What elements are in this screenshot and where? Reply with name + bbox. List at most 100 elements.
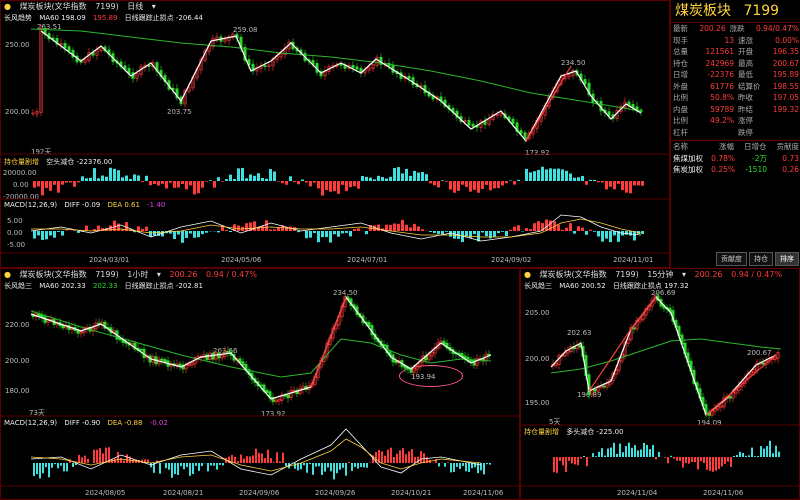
daily-chart-panel[interactable]: ● 煤炭板块(文华指数 7199) 日线 ▾ 长风趋势 MA60 198.09 …	[0, 0, 670, 268]
histogram-bar	[565, 457, 567, 473]
histogram-bar	[177, 181, 180, 188]
histogram-bar	[97, 178, 100, 181]
histogram-bar	[317, 181, 320, 189]
histogram-bar	[33, 231, 36, 239]
macd-histogram	[33, 447, 491, 480]
tab-position[interactable]: 持仓	[749, 252, 773, 266]
15min-chart-panel[interactable]: ● 煤炭板块(文华指数 7199) 15分钟 ▾ 200.26 0.94 / 0…	[520, 268, 800, 500]
histogram-bar	[303, 463, 305, 466]
histogram-bar	[449, 231, 452, 237]
histogram-bar	[760, 446, 762, 457]
histogram-bar	[445, 231, 448, 232]
histogram-bar	[81, 457, 83, 463]
histogram-bar	[561, 229, 564, 231]
histogram-bar	[65, 181, 68, 183]
histogram-bar	[569, 173, 572, 181]
histogram-bar	[429, 181, 432, 184]
histogram-bar	[153, 181, 156, 184]
histogram-bar	[105, 176, 108, 181]
tab-contribution[interactable]: 贡献度	[716, 252, 747, 266]
histogram-bar	[333, 181, 336, 192]
histogram-bar	[265, 178, 268, 181]
histogram-bar	[165, 463, 167, 469]
histogram-bar	[597, 181, 600, 183]
histogram-bar	[49, 231, 52, 236]
histogram-bar	[207, 463, 209, 472]
histogram-bar	[437, 231, 440, 234]
histogram-bar	[285, 463, 287, 467]
histogram-bar	[121, 177, 124, 181]
histogram-bar	[485, 231, 488, 237]
histogram-bar	[270, 458, 272, 463]
histogram-bar	[321, 181, 324, 196]
histogram-bar	[309, 181, 312, 187]
quote-title: 煤炭板块 7199	[671, 0, 800, 23]
histogram-bar	[377, 175, 380, 181]
histogram-bar	[221, 181, 224, 182]
histogram-bar	[621, 181, 624, 191]
histogram-bar	[341, 231, 344, 234]
sector-row[interactable]: 焦煤加权 0.78% -2万 0.73	[671, 153, 800, 165]
candle-body	[523, 132, 527, 139]
histogram-bar	[513, 226, 516, 231]
candlestick-series	[31, 292, 491, 406]
histogram-bar	[117, 452, 119, 463]
histogram-bar	[72, 463, 74, 467]
histogram-bar	[168, 463, 170, 470]
quote-value: 200.26	[699, 24, 726, 33]
quote-label: 涨停	[738, 116, 753, 125]
histogram-bar	[509, 180, 512, 181]
histogram-bar	[209, 180, 212, 181]
histogram-bar	[598, 451, 600, 457]
histogram-bar	[253, 221, 256, 231]
histogram-bar	[772, 453, 774, 457]
histogram-bar	[369, 177, 372, 181]
oi-histogram	[553, 440, 780, 473]
candle-body	[471, 123, 475, 127]
histogram-bar	[325, 231, 328, 238]
histogram-bar	[471, 463, 473, 469]
sector-row[interactable]: 焦炭加权 0.25% -1510 0.26	[671, 164, 800, 176]
histogram-bar	[462, 463, 464, 466]
quote-value	[704, 127, 737, 139]
histogram-bar	[101, 175, 104, 181]
histogram-bar	[501, 181, 504, 186]
histogram-bar	[541, 166, 544, 181]
histogram-bar	[233, 178, 236, 181]
sector-name: 焦炭加权	[673, 165, 703, 174]
histogram-bar	[385, 178, 388, 181]
histogram-bar	[258, 452, 260, 463]
histogram-bar	[505, 181, 508, 184]
hourly-chart-panel[interactable]: ● 煤炭板块(文华指数 7199) 1小时 ▾ 200.26 0.94 / 0.…	[0, 268, 520, 500]
histogram-bar	[312, 463, 314, 475]
histogram-bar	[625, 446, 627, 457]
histogram-bar	[57, 181, 60, 193]
tab-sort[interactable]: 排序	[775, 252, 799, 266]
histogram-bar	[631, 447, 633, 457]
hourly-chart-drawing	[1, 292, 519, 487]
histogram-bar	[249, 174, 252, 181]
histogram-bar	[33, 463, 35, 477]
histogram-bar	[517, 225, 520, 231]
quote-row: 杠杆 跌停	[671, 127, 800, 139]
histogram-bar	[629, 231, 632, 236]
histogram-bar	[93, 168, 96, 181]
quote-value	[769, 115, 800, 127]
quote-row: 日增 -22376 最低 195.89	[671, 69, 800, 81]
histogram-bar	[637, 181, 640, 186]
histogram-bar	[173, 231, 176, 240]
quote-label: 比例	[673, 116, 688, 125]
histogram-bar	[273, 171, 276, 181]
histogram-bar	[210, 463, 212, 466]
histogram-bar	[593, 179, 596, 181]
histogram-bar	[117, 223, 120, 231]
histogram-bar	[84, 455, 86, 463]
candlestick-series	[31, 23, 643, 142]
histogram-bar	[125, 175, 128, 181]
histogram-bar	[333, 463, 335, 480]
quote-label: 跌停	[738, 127, 753, 137]
histogram-bar	[411, 448, 413, 463]
histogram-bar	[573, 177, 576, 181]
histogram-bar	[480, 463, 482, 471]
histogram-bar	[450, 463, 452, 473]
